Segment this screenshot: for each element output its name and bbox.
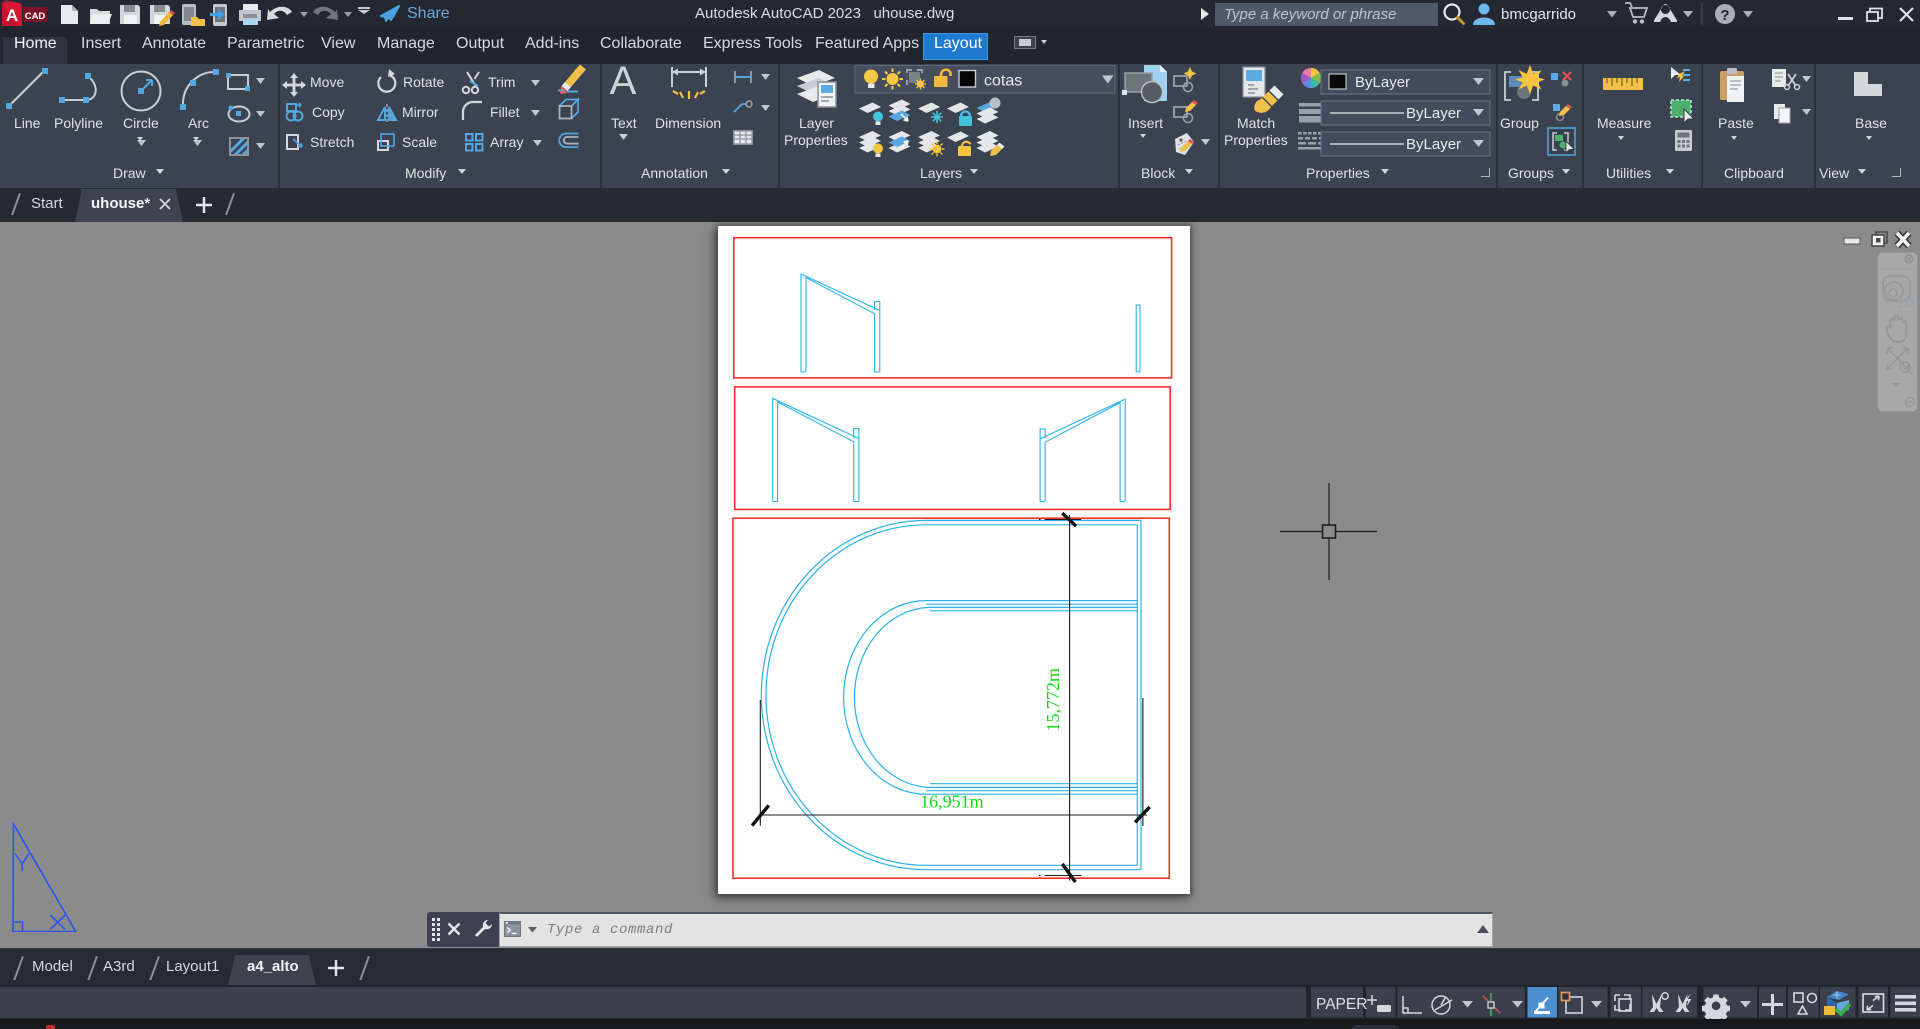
svg-text:ByLayer: ByLayer: [1406, 105, 1461, 122]
svg-text:A: A: [610, 64, 637, 103]
svg-text:A: A: [6, 6, 18, 25]
svg-text:16,951m: 16,951m: [920, 791, 984, 811]
svg-text:?: ?: [1720, 7, 1729, 24]
svg-text:2D: 2D: [1898, 295, 1915, 310]
svg-text:CAD: CAD: [25, 11, 46, 22]
svg-text:ByLayer: ByLayer: [1355, 74, 1410, 91]
svg-text:PAPER: PAPER: [1316, 996, 1367, 1013]
svg-text:cotas: cotas: [984, 73, 1022, 90]
svg-text:15,772m: 15,772m: [1043, 668, 1063, 732]
svg-text:bmcgarrido: bmcgarrido: [1501, 6, 1576, 23]
svg-text:ByLayer: ByLayer: [1406, 136, 1461, 153]
